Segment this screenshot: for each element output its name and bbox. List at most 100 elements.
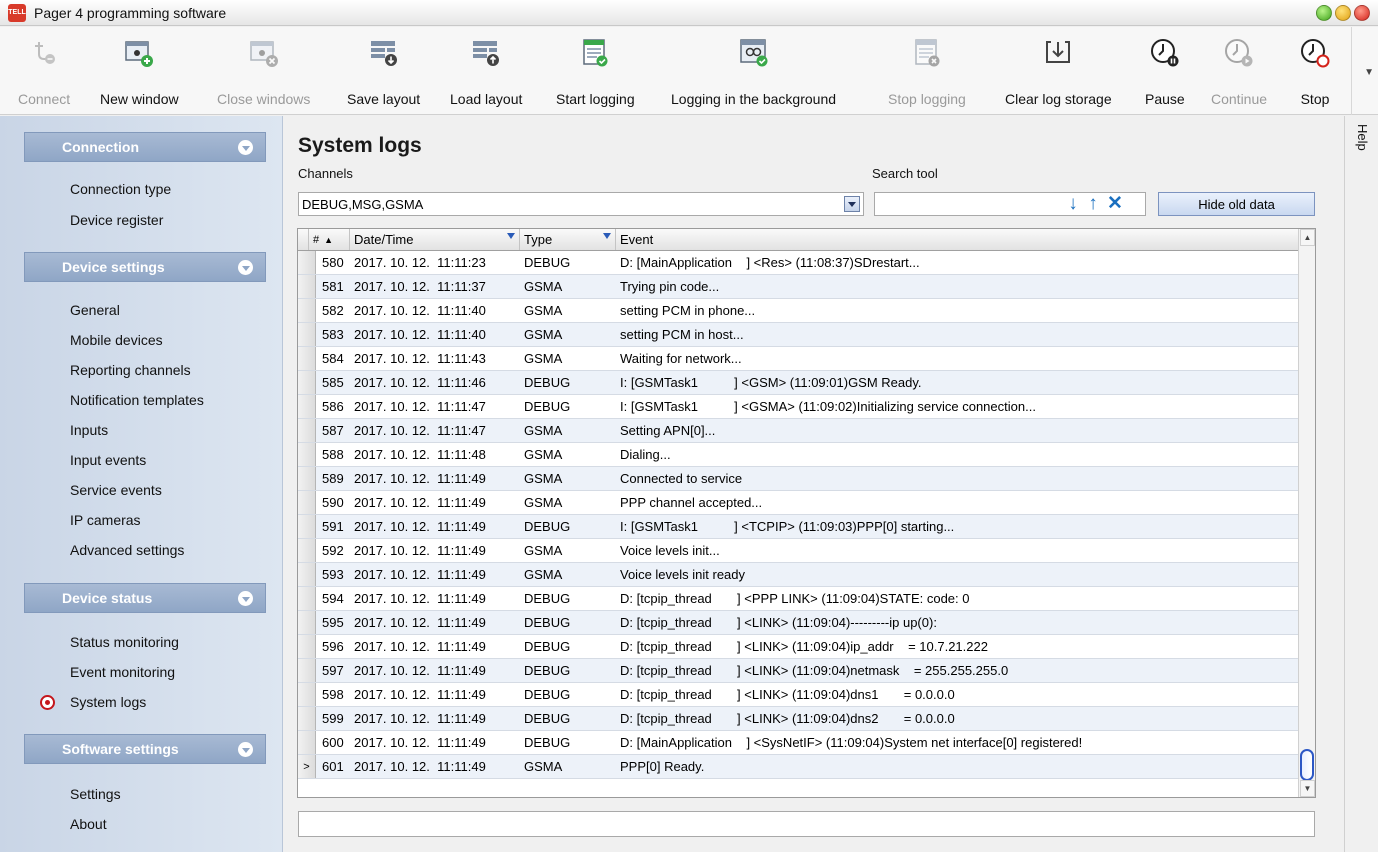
section-header-software-settings[interactable]: Software settings bbox=[24, 734, 266, 764]
search-input[interactable]: ↓ ↑ ✕ bbox=[874, 192, 1146, 216]
connect-button[interactable]: Connect bbox=[18, 35, 70, 111]
row-selector[interactable] bbox=[298, 731, 316, 754]
sidebar-item-event-monitoring[interactable]: Event monitoring bbox=[70, 664, 175, 680]
table-row[interactable]: 582 2017. 10. 12. 11:11:40 GSMA setting PCM… bbox=[298, 299, 1298, 323]
row-selector[interactable] bbox=[298, 611, 316, 634]
scroll-down-arrow-icon[interactable]: ▼ bbox=[1300, 780, 1315, 797]
table-row[interactable]: 587 2017. 10. 12. 11:11:47 GSMA Setting APN… bbox=[298, 419, 1298, 443]
table-row[interactable]: 593 2017. 10. 12. 11:11:49 GSMA Voice level… bbox=[298, 563, 1298, 587]
dropdown-arrow-icon[interactable] bbox=[844, 196, 860, 212]
sidebar-item-ip-cameras[interactable]: IP cameras bbox=[70, 512, 141, 528]
log-detail-field[interactable] bbox=[298, 811, 1315, 837]
hide-old-data-button[interactable]: Hide old data bbox=[1158, 192, 1315, 216]
chevron-down-icon[interactable] bbox=[238, 591, 253, 606]
column-header-datetime[interactable]: Date/Time bbox=[350, 229, 520, 250]
row-selector[interactable] bbox=[298, 347, 316, 370]
logging-in-background-button[interactable]: Logging in the background bbox=[671, 35, 836, 111]
row-selector[interactable] bbox=[298, 443, 316, 466]
section-header-connection[interactable]: Connection bbox=[24, 132, 266, 162]
section-header-device-settings[interactable]: Device settings bbox=[24, 252, 266, 282]
channels-select[interactable]: DEBUG,MSG,GSMA bbox=[298, 192, 864, 216]
column-header-type[interactable]: Type bbox=[520, 229, 616, 250]
table-row[interactable]: 598 2017. 10. 12. 11:11:49 DEBUG D: [tcpip_… bbox=[298, 683, 1298, 707]
chevron-down-icon[interactable] bbox=[238, 742, 253, 757]
scrollbar-thumb[interactable] bbox=[1300, 749, 1314, 781]
table-row[interactable]: 600 2017. 10. 12. 11:11:49 DEBUG D: [MainAp… bbox=[298, 731, 1298, 755]
table-row[interactable]: 588 2017. 10. 12. 11:11:48 GSMA Dialing... bbox=[298, 443, 1298, 467]
sidebar-item-advanced-settings[interactable]: Advanced settings bbox=[70, 542, 184, 558]
table-row[interactable]: 595 2017. 10. 12. 11:11:49 DEBUG D: [tcpip_… bbox=[298, 611, 1298, 635]
row-selector[interactable]: > bbox=[298, 755, 316, 778]
table-row[interactable]: 599 2017. 10. 12. 11:11:49 DEBUG D: [tcpip_… bbox=[298, 707, 1298, 731]
row-selector[interactable] bbox=[298, 323, 316, 346]
table-row[interactable]: 597 2017. 10. 12. 11:11:49 DEBUG D: [tcpip_… bbox=[298, 659, 1298, 683]
close-window-button[interactable] bbox=[1354, 5, 1370, 21]
sidebar-item-inputs[interactable]: Inputs bbox=[70, 422, 108, 438]
load-layout-button[interactable]: Load layout bbox=[450, 35, 522, 111]
pause-button[interactable]: Pause bbox=[1145, 35, 1185, 111]
search-previous-up-icon[interactable]: ↑ bbox=[1083, 194, 1103, 214]
search-clear-icon[interactable]: ✕ bbox=[1105, 194, 1125, 214]
row-selector[interactable] bbox=[298, 659, 316, 682]
row-selector[interactable] bbox=[298, 539, 316, 562]
toolbar-overflow-chevron-icon[interactable]: ▼ bbox=[1364, 67, 1374, 78]
table-row[interactable]: 584 2017. 10. 12. 11:11:43 GSMA Waiting for… bbox=[298, 347, 1298, 371]
row-selector[interactable] bbox=[298, 635, 316, 658]
column-header-event[interactable]: Event bbox=[616, 229, 1298, 250]
chevron-down-icon[interactable] bbox=[238, 260, 253, 275]
table-row[interactable]: 580 2017. 10. 12. 11:11:23 DEBUG D: [MainAp… bbox=[298, 251, 1298, 275]
table-row[interactable]: 594 2017. 10. 12. 11:11:49 DEBUG D: [tcpip_… bbox=[298, 587, 1298, 611]
sidebar-item-settings[interactable]: Settings bbox=[70, 786, 121, 802]
row-selector[interactable] bbox=[298, 371, 316, 394]
row-selector[interactable] bbox=[298, 251, 316, 274]
help-tab[interactable]: Help bbox=[1355, 124, 1370, 151]
search-next-down-icon[interactable]: ↓ bbox=[1063, 194, 1083, 214]
stop-button[interactable]: Stop bbox=[1297, 35, 1333, 111]
sidebar-item-reporting-channels[interactable]: Reporting channels bbox=[70, 362, 191, 378]
filter-funnel-icon[interactable] bbox=[603, 233, 611, 239]
row-selector[interactable] bbox=[298, 683, 316, 706]
filter-funnel-icon[interactable] bbox=[507, 233, 515, 239]
table-row[interactable]: 591 2017. 10. 12. 11:11:49 DEBUG I: [GSMTas… bbox=[298, 515, 1298, 539]
close-windows-button[interactable]: Close windows bbox=[217, 35, 310, 111]
new-window-button[interactable]: New window bbox=[100, 35, 179, 111]
start-logging-button[interactable]: Start logging bbox=[556, 35, 635, 111]
table-row[interactable]: 586 2017. 10. 12. 11:11:47 DEBUG I: [GSMTas… bbox=[298, 395, 1298, 419]
sidebar-item-general[interactable]: General bbox=[70, 302, 120, 318]
table-row[interactable]: >601 2017. 10. 12. 11:11:49 GSMA PPP[0] Rea… bbox=[298, 755, 1298, 779]
table-row[interactable]: 589 2017. 10. 12. 11:11:49 GSMA Connected t… bbox=[298, 467, 1298, 491]
column-header-marker[interactable] bbox=[298, 229, 309, 250]
sidebar-item-status-monitoring[interactable]: Status monitoring bbox=[70, 634, 179, 650]
table-row[interactable]: 581 2017. 10. 12. 11:11:37 GSMA Trying pin … bbox=[298, 275, 1298, 299]
row-selector[interactable] bbox=[298, 419, 316, 442]
row-selector[interactable] bbox=[298, 467, 316, 490]
sidebar-item-connection-type[interactable]: Connection type bbox=[70, 181, 171, 197]
minimize-button[interactable] bbox=[1316, 5, 1332, 21]
chevron-down-icon[interactable] bbox=[238, 140, 253, 155]
section-header-device-status[interactable]: Device status bbox=[24, 583, 266, 613]
row-selector[interactable] bbox=[298, 587, 316, 610]
clear-log-storage-button[interactable]: Clear log storage bbox=[1005, 35, 1112, 111]
sidebar-item-system-logs[interactable]: System logs bbox=[70, 694, 146, 710]
table-row[interactable]: 585 2017. 10. 12. 11:11:46 DEBUG I: [GSMTas… bbox=[298, 371, 1298, 395]
sidebar-item-mobile-devices[interactable]: Mobile devices bbox=[70, 332, 163, 348]
row-selector[interactable] bbox=[298, 299, 316, 322]
continue-button[interactable]: Continue bbox=[1211, 35, 1267, 111]
table-row[interactable]: 592 2017. 10. 12. 11:11:49 GSMA Voice level… bbox=[298, 539, 1298, 563]
row-selector[interactable] bbox=[298, 707, 316, 730]
sidebar-item-input-events[interactable]: Input events bbox=[70, 452, 146, 468]
row-selector[interactable] bbox=[298, 563, 316, 586]
row-selector[interactable] bbox=[298, 275, 316, 298]
table-row[interactable]: 596 2017. 10. 12. 11:11:49 DEBUG D: [tcpip_… bbox=[298, 635, 1298, 659]
sidebar-item-service-events[interactable]: Service events bbox=[70, 482, 162, 498]
sidebar-item-notification-templates[interactable]: Notification templates bbox=[70, 392, 204, 408]
scroll-up-arrow-icon[interactable]: ▲ bbox=[1300, 229, 1315, 246]
row-selector[interactable] bbox=[298, 515, 316, 538]
row-selector[interactable] bbox=[298, 395, 316, 418]
save-layout-button[interactable]: Save layout bbox=[347, 35, 420, 111]
table-row[interactable]: 590 2017. 10. 12. 11:11:49 GSMA PPP channel… bbox=[298, 491, 1298, 515]
stop-logging-button[interactable]: Stop logging bbox=[888, 35, 966, 111]
maximize-button[interactable] bbox=[1335, 5, 1351, 21]
sidebar-item-about[interactable]: About bbox=[70, 816, 107, 832]
vertical-scrollbar[interactable]: ▲ ▼ bbox=[1298, 229, 1315, 797]
